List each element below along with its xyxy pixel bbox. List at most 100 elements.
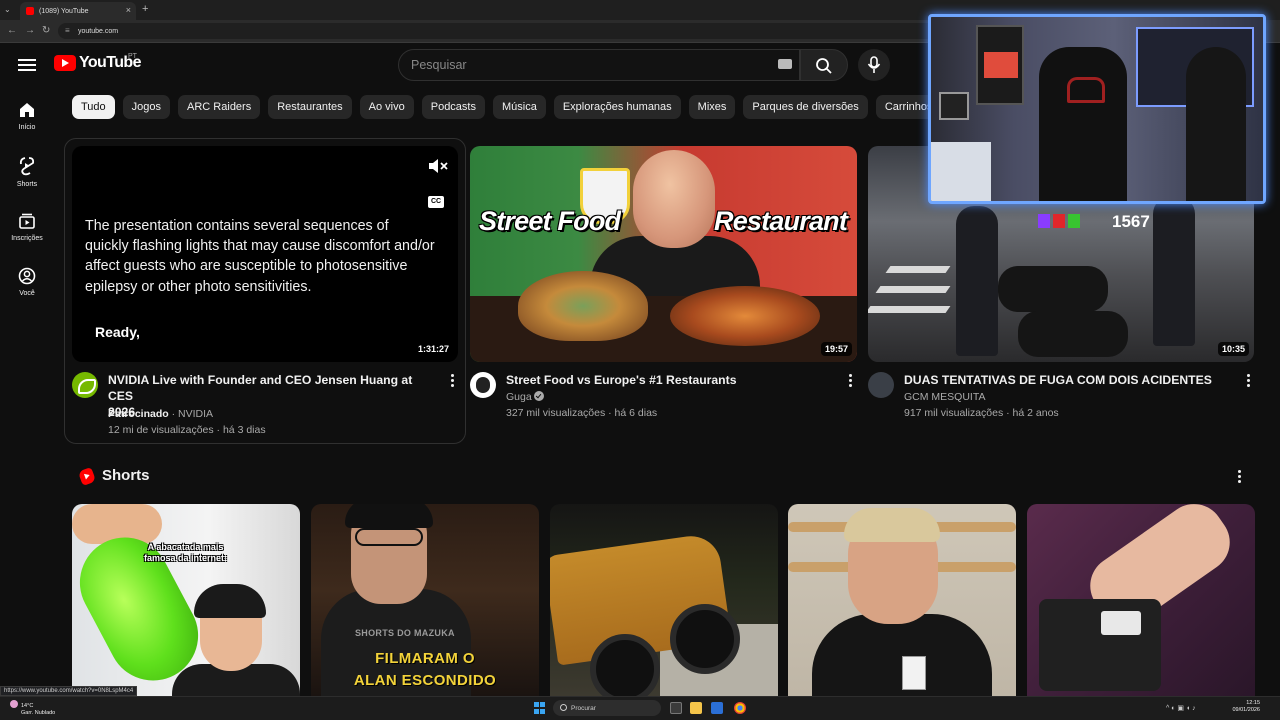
video-meta-street-food: 327 mil visualizações · há 6 dias [506,407,658,419]
video-channel-gcm[interactable]: GCM MESQUITA [904,389,985,405]
category-chips: Tudo Jogos ARC Raiders Restaurantes Ao v… [72,95,957,119]
sandwich-graphic [518,271,648,341]
video-duration: 10:35 [1217,342,1249,356]
user-icon [18,267,36,285]
chip-all[interactable]: Tudo [72,95,115,119]
sidebar-label-you: Você [19,290,35,297]
country-code: PT [128,53,137,60]
captions-icon[interactable]: CC [428,196,444,208]
tab-search-icon[interactable]: ⌄ [4,5,14,15]
channel-name: NVIDIA [178,408,214,420]
sidebar-item-subscriptions[interactable]: Inscrições [0,212,54,242]
search-input[interactable]: Pesquisar [398,49,800,81]
taskbar-search[interactable]: Procurar [553,700,661,716]
keyboard-icon[interactable] [778,59,792,69]
sidebar-label-shorts: Shorts [16,181,38,188]
sidebar-item-home[interactable]: Início [0,101,54,131]
short-watermark: SHORTS DO MAZUKA [355,628,455,638]
motorcycle-graphic [1018,311,1128,357]
sidebar-item-shorts[interactable]: Shorts [0,156,54,188]
chip-amusement-parks[interactable]: Parques de diversões [743,95,868,119]
steak-graphic [670,286,820,346]
guga-channel-avatar[interactable] [470,372,496,398]
site-info-icon[interactable]: ≡ [65,26,70,35]
short-caption: A abacatada mais famosa da internet: [144,542,228,563]
youtube-favicon-icon [26,7,34,15]
youtube-logo[interactable]: YouTube PT [54,53,141,72]
live-caption-text: Ready, [95,324,140,340]
monitor-graphic [939,92,969,120]
chip-live[interactable]: Ao vivo [359,95,414,119]
chip-mixes[interactable]: Mixes [688,95,736,119]
video-channel-nvidia[interactable]: Patrocinado · NVIDIA [108,406,213,422]
arcade-cabinet-graphic [976,25,1024,105]
video-thumbnail-street-food[interactable]: Street Food Restaurant 19:57 [470,146,857,362]
system-tray[interactable]: ^ ◐ ▣ ◖ ♪ [1166,704,1196,712]
thumbnail-counter: 1567 [1112,212,1150,231]
shorts-logo-icon [77,467,97,486]
more-actions-icon[interactable] [449,374,455,388]
crosswalk-stripe [875,286,951,293]
chip-arc-raiders[interactable]: ARC Raiders [178,95,261,119]
chip-restaurants[interactable]: Restaurantes [268,95,352,119]
tab-close-icon[interactable]: × [126,5,131,15]
address-bar-url: youtube.com [78,27,119,35]
browser-tab[interactable]: (1089) YouTube × [20,2,136,20]
youtube-play-icon [54,55,76,71]
short-card[interactable]: SHORTS DO MAZUKA FILMARAM O ALAN ESCONDI… [311,504,539,696]
reload-icon[interactable]: ↻ [42,25,50,36]
short-card[interactable] [788,504,1016,696]
wheel-graphic [590,634,660,696]
muted-speaker-icon[interactable] [428,158,448,179]
more-actions-icon[interactable] [1236,470,1242,484]
store-icon[interactable] [711,702,723,714]
gadget-graphic [1039,599,1161,691]
more-actions-icon[interactable] [847,374,853,388]
chip-podcasts[interactable]: Podcasts [421,95,485,119]
taskbar-clock[interactable]: 12:15 09/01/2026 [1226,700,1260,714]
sidebar-label-home: Início [18,124,36,131]
address-bar[interactable]: ≡ youtube.com [58,23,938,39]
weather-icon [10,700,18,708]
video-meta-nvidia: 12 mi de visualizações · há 3 dias [108,424,266,436]
chip-games[interactable]: Jogos [122,95,171,119]
channel-logo-graphic [1038,214,1080,228]
more-actions-icon[interactable] [1245,374,1251,388]
cap-graphic [194,584,266,618]
streamer-graphic [1186,47,1246,201]
desk-graphic [931,142,991,201]
glasses-graphic [355,528,423,546]
wheel-graphic [670,604,740,674]
search-button[interactable] [800,49,848,81]
start-button[interactable] [534,702,546,714]
short-card[interactable]: A abacatada mais famosa da internet: [72,504,300,696]
video-title-street-food[interactable]: Street Food vs Europe's #1 Restaurants [506,372,836,388]
sponsored-label: Patrocinado [108,408,169,420]
sidebar-item-you[interactable]: Você [0,267,54,297]
back-icon[interactable]: ← [7,25,17,36]
chip-human-explorations[interactable]: Explorações humanas [553,95,681,119]
hair-graphic [844,508,940,542]
short-card[interactable] [550,504,778,696]
voice-search-button[interactable] [858,49,890,81]
task-view-icon[interactable] [670,702,682,714]
channel-name: Guga [506,391,532,403]
new-tab-button[interactable]: + [142,3,148,15]
forward-icon[interactable]: → [25,25,35,36]
nvidia-channel-avatar[interactable] [72,372,98,398]
chip-music[interactable]: Música [492,95,546,119]
search-icon [816,58,832,74]
epilepsy-warning-text: The presentation contains several sequen… [85,218,435,295]
video-channel-guga[interactable]: Guga [506,389,544,405]
video-title-gcm[interactable]: DUAS TENTATIVAS DE FUGA COM DOIS ACIDENT… [904,372,1234,388]
weather-widget[interactable]: 14°C Garr. Nublado [10,700,55,717]
chrome-icon[interactable] [734,702,746,714]
file-explorer-icon[interactable] [690,702,702,714]
gcm-channel-avatar[interactable] [868,372,894,398]
verified-icon [533,391,544,401]
thumbnail-text-left: Street Food [479,206,621,236]
short-card[interactable] [1027,504,1255,696]
menu-icon[interactable] [18,56,36,72]
shorts-section-title: Shorts [102,467,150,484]
video-thumbnail-nvidia[interactable]: CC The presentation contains several seq… [72,146,458,362]
